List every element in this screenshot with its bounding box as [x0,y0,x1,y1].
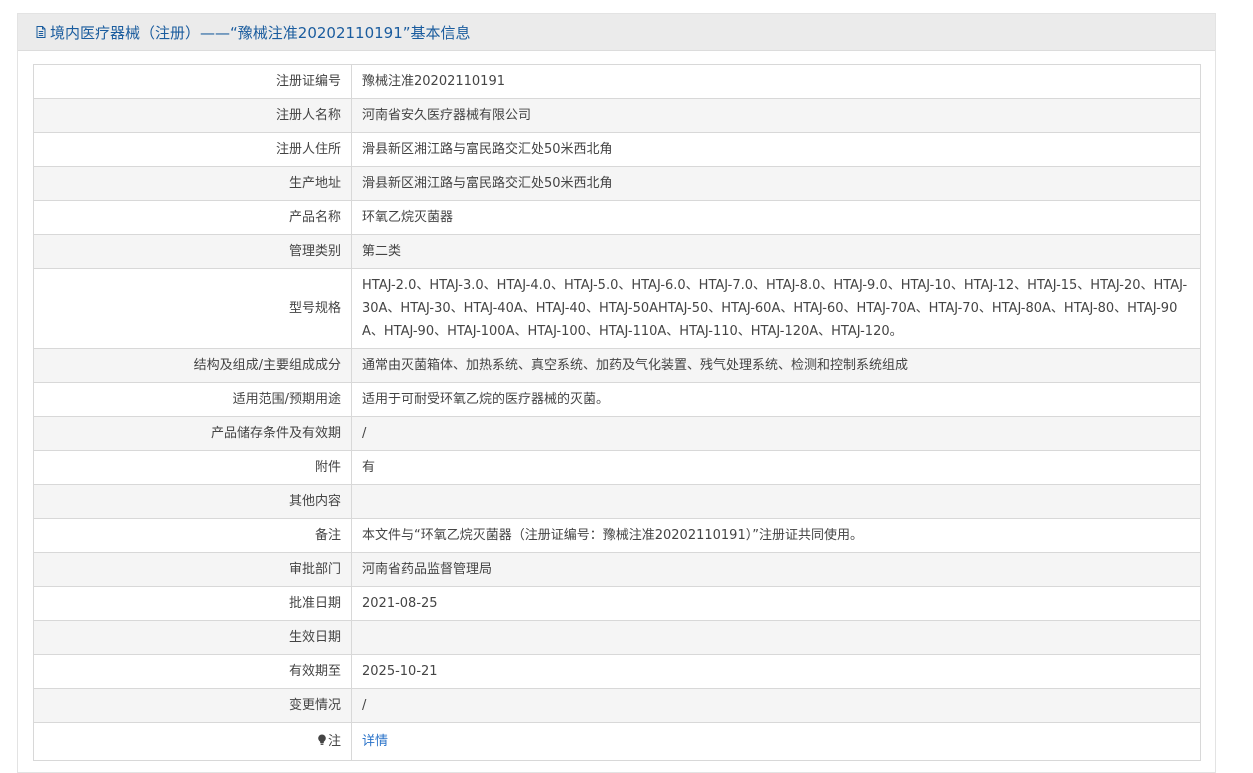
row-value: 滑县新区湘江路与富民路交汇处50米西北角 [351,132,1201,167]
row-label: 管理类别 [33,234,352,269]
row-label: 注册人名称 [33,98,352,133]
table-row: 变更情况 / [33,688,1201,723]
table-row: 适用范围/预期用途 适用于可耐受环氧乙烷的医疗器械的灭菌。 [33,382,1201,417]
lightbulb-icon [317,731,327,745]
row-label: 附件 [33,450,352,485]
row-value: 适用于可耐受环氧乙烷的医疗器械的灭菌。 [351,382,1201,417]
table-row: 生效日期 [33,620,1201,655]
table-row: 型号规格 HTAJ-2.0、HTAJ-3.0、HTAJ-4.0、HTAJ-5.0、… [33,268,1201,349]
table-row: 生产地址 滑县新区湘江路与富民路交汇处50米西北角 [33,166,1201,201]
document-icon [34,25,48,39]
row-label: 生产地址 [33,166,352,201]
table-row: 批准日期 2021-08-25 [33,586,1201,621]
table-row: 附件有 [33,450,1201,485]
row-value [351,484,1201,519]
row-label: 产品名称 [33,200,352,235]
table-row: 有效期至 2025-10-21 [33,654,1201,689]
table-row: 结构及组成/主要组成成分 通常由灭菌箱体、加热系统、真空系统、加药及气化装置、残气… [33,348,1201,383]
row-label: 注册人住所 [33,132,352,167]
row-value: 详情 [351,722,1201,761]
table-row: 注册证编号 豫械注准20202110191 [33,64,1201,99]
row-value: 有 [351,450,1201,485]
table-row: 产品名称 环氧乙烷灭菌器 [33,200,1201,235]
row-label: 其他内容 [33,484,352,519]
table-row: 产品储存条件及有效期 / [33,416,1201,451]
details-link[interactable]: 详情 [362,734,388,749]
row-label: 注册证编号 [33,64,352,99]
row-label: 审批部门 [33,552,352,587]
panel-header: 境内医疗器械（注册）——“豫械注准20202110191”基本信息 [18,14,1215,51]
table-row: 其他内容 [33,484,1201,519]
row-value: 通常由灭菌箱体、加热系统、真空系统、加药及气化装置、残气处理系统、检测和控制系统… [351,348,1201,383]
row-value: 滑县新区湘江路与富民路交汇处50米西北角 [351,166,1201,201]
table-row: 审批部门 河南省药品监督管理局 [33,552,1201,587]
row-label: 结构及组成/主要组成成分 [33,348,352,383]
info-panel: 境内医疗器械（注册）——“豫械注准20202110191”基本信息 注册证编号豫… [17,13,1216,773]
row-label: 产品储存条件及有效期 [33,416,352,451]
row-value: / [351,416,1201,451]
row-value: 第二类 [351,234,1201,269]
row-label: 有效期至 [33,654,352,689]
row-value: 河南省安久医疗器械有限公司 [351,98,1201,133]
row-value: / [351,688,1201,723]
row-value: 河南省药品监督管理局 [351,552,1201,587]
row-label: 批准日期 [33,586,352,621]
table-row: 备注 本文件与“环氧乙烷灭菌器（注册证编号：豫械注准20202110191）”注册… [33,518,1201,553]
table-row: 管理类别 第二类 [33,234,1201,269]
row-label: 型号规格 [33,268,352,349]
row-value: 本文件与“环氧乙烷灭菌器（注册证编号：豫械注准20202110191）”注册证共… [351,518,1201,553]
table-row-note: 注 详情 [33,722,1201,761]
row-label: 变更情况 [33,688,352,723]
row-value [351,620,1201,655]
table-row: 注册人名称 河南省安久医疗器械有限公司 [33,98,1201,133]
row-label: 适用范围/预期用途 [33,382,352,417]
row-value: 豫械注准20202110191 [351,64,1201,99]
info-table: 注册证编号 豫械注准20202110191 注册人名称 河南省安久医疗器械有限公司 注册… [33,64,1201,761]
row-label: 生效日期 [33,620,352,655]
row-label: 备注 [33,518,352,553]
row-value: 环氧乙烷灭菌器 [351,200,1201,235]
row-value: 2025-10-21 [351,654,1201,689]
note-label: 注 [327,734,341,749]
row-value: HTAJ-2.0、HTAJ-3.0、HTAJ-4.0、HTAJ-5.0、HTAJ… [351,268,1201,349]
page-title: 境内医疗器械（注册）——“豫械注准20202110191”基本信息 [50,23,471,42]
row-label: 注 [33,722,352,761]
row-value: 2021-08-25 [351,586,1201,621]
table-row: 注册人住所 滑县新区湘江路与富民路交汇处50米西北角 [33,132,1201,167]
